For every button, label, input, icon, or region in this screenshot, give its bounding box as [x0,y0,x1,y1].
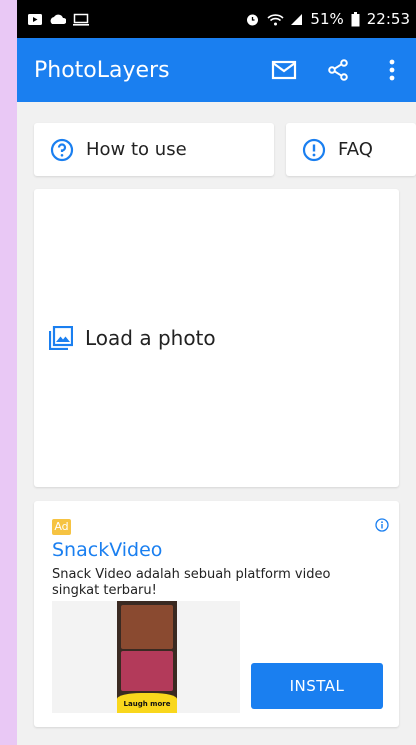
faq-button[interactable]: FAQ [286,123,416,176]
clock: 22:53 [366,10,410,28]
app-bar: PhotoLayers [17,38,416,102]
image-icon [49,326,73,350]
load-photo-label: Load a photo [85,326,216,350]
status-bar: 51% 22:53 [17,0,416,38]
load-photo-panel[interactable]: Load a photo [34,189,399,487]
signal-icon [291,13,303,26]
how-to-use-label: How to use [86,139,187,160]
ad-phone-illustration: Laugh more [117,601,177,713]
install-button[interactable]: INSTAL [251,663,383,709]
gallery-icon [27,13,43,26]
share-icon[interactable] [322,54,354,86]
screen-icon [73,13,89,26]
more-icon[interactable] [376,54,408,86]
battery-percent: 51% [310,10,344,28]
ad-media-image[interactable]: Laugh more [52,601,240,713]
help-icon [50,138,74,162]
app-screen: 51% 22:53 PhotoLayers How to use FAQ Loa… [17,0,416,745]
battery-icon [351,11,360,27]
ad-media-caption: Laugh more [117,693,177,713]
how-to-use-button[interactable]: How to use [34,123,274,176]
cloud-icon [50,13,66,25]
ad-card[interactable]: Ad SnackVideo Snack Video adalah sebuah … [34,501,399,727]
ad-info-icon[interactable] [375,517,389,536]
wifi-icon [267,13,284,26]
info-exclamation-icon [302,138,326,162]
ad-badge: Ad [52,519,71,535]
faq-label: FAQ [338,139,373,160]
app-title: PhotoLayers [34,57,170,83]
alarm-icon [245,12,260,27]
ad-title[interactable]: SnackVideo [52,539,162,561]
ad-description: Snack Video adalah sebuah platform video… [52,567,331,598]
mail-icon[interactable] [268,54,300,86]
